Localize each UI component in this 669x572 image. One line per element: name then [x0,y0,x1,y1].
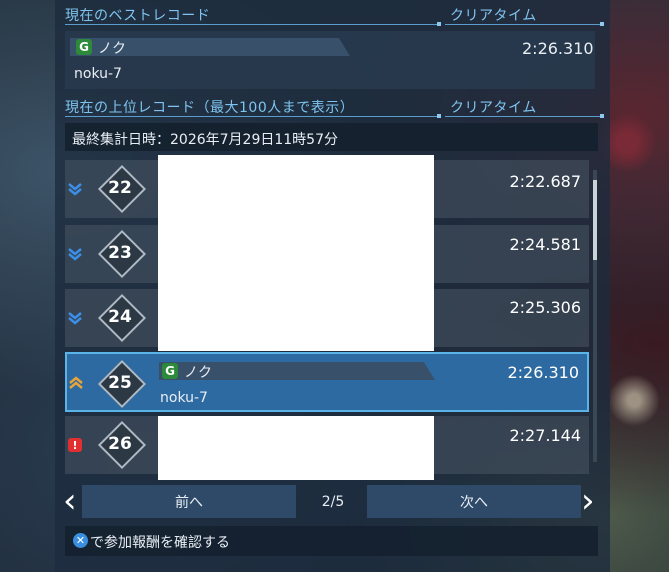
header-divider [65,116,437,117]
best-player-name: ノク [98,41,126,57]
redacted-player-info [158,416,434,480]
header-divider [445,116,600,117]
rank-number: 23 [108,243,132,263]
rank-number: 24 [108,307,132,327]
best-player-id: noku-7 [74,66,122,82]
rank-number: 25 [108,373,132,393]
divider-dot [437,22,441,26]
divider-dot [600,22,604,26]
ranking-time-header: クリアタイム [450,100,537,116]
last-updated-text: 最終集計日時：2026年7月29日11時57分 [72,132,338,148]
divider-dot [600,114,604,118]
ranking-row-self[interactable]: 25 G ノク noku-7 2:26.310 [65,352,589,412]
page-indicator: 2/5 [321,493,345,510]
divider-dot [437,114,441,118]
scrollbar-thumb[interactable] [593,180,597,260]
chevron-right-icon[interactable]: › [581,484,595,518]
ranking-header: 現在の上位レコード（最大100人まで表示） [65,100,355,116]
clear-time: 2:27.144 [509,426,581,445]
rank-down-icon [68,248,82,261]
rank-up-icon [69,376,83,389]
clear-time: 2:24.581 [509,235,581,254]
redacted-player-info [158,155,434,351]
rank-number: 22 [108,178,132,198]
best-record-header: 現在のベストレコード [65,8,211,24]
best-record-time-header: クリアタイム [450,8,537,24]
x-button-icon: ✕ [73,533,88,548]
rank-down-icon [68,183,82,196]
header-divider [445,24,600,25]
next-page-button[interactable]: 次へ [367,485,581,518]
clear-time: 2:22.687 [509,172,581,191]
clear-time: 2:25.306 [509,298,581,317]
class-icon: G [162,363,178,379]
best-time: 2:26.310 [522,39,594,58]
reward-hint-text[interactable]: で参加報酬を確認する [90,532,230,552]
class-icon: G [76,39,92,55]
player-name: ノク [184,365,212,381]
prev-page-button[interactable]: 前へ [82,485,296,518]
rank-number: 26 [108,434,132,454]
player-id: noku-7 [160,390,208,406]
chevron-left-icon[interactable]: ‹ [63,484,77,518]
alert-icon: ! [68,438,82,452]
header-divider [65,24,437,25]
rank-down-icon [68,312,82,325]
clear-time: 2:26.310 [507,363,579,382]
